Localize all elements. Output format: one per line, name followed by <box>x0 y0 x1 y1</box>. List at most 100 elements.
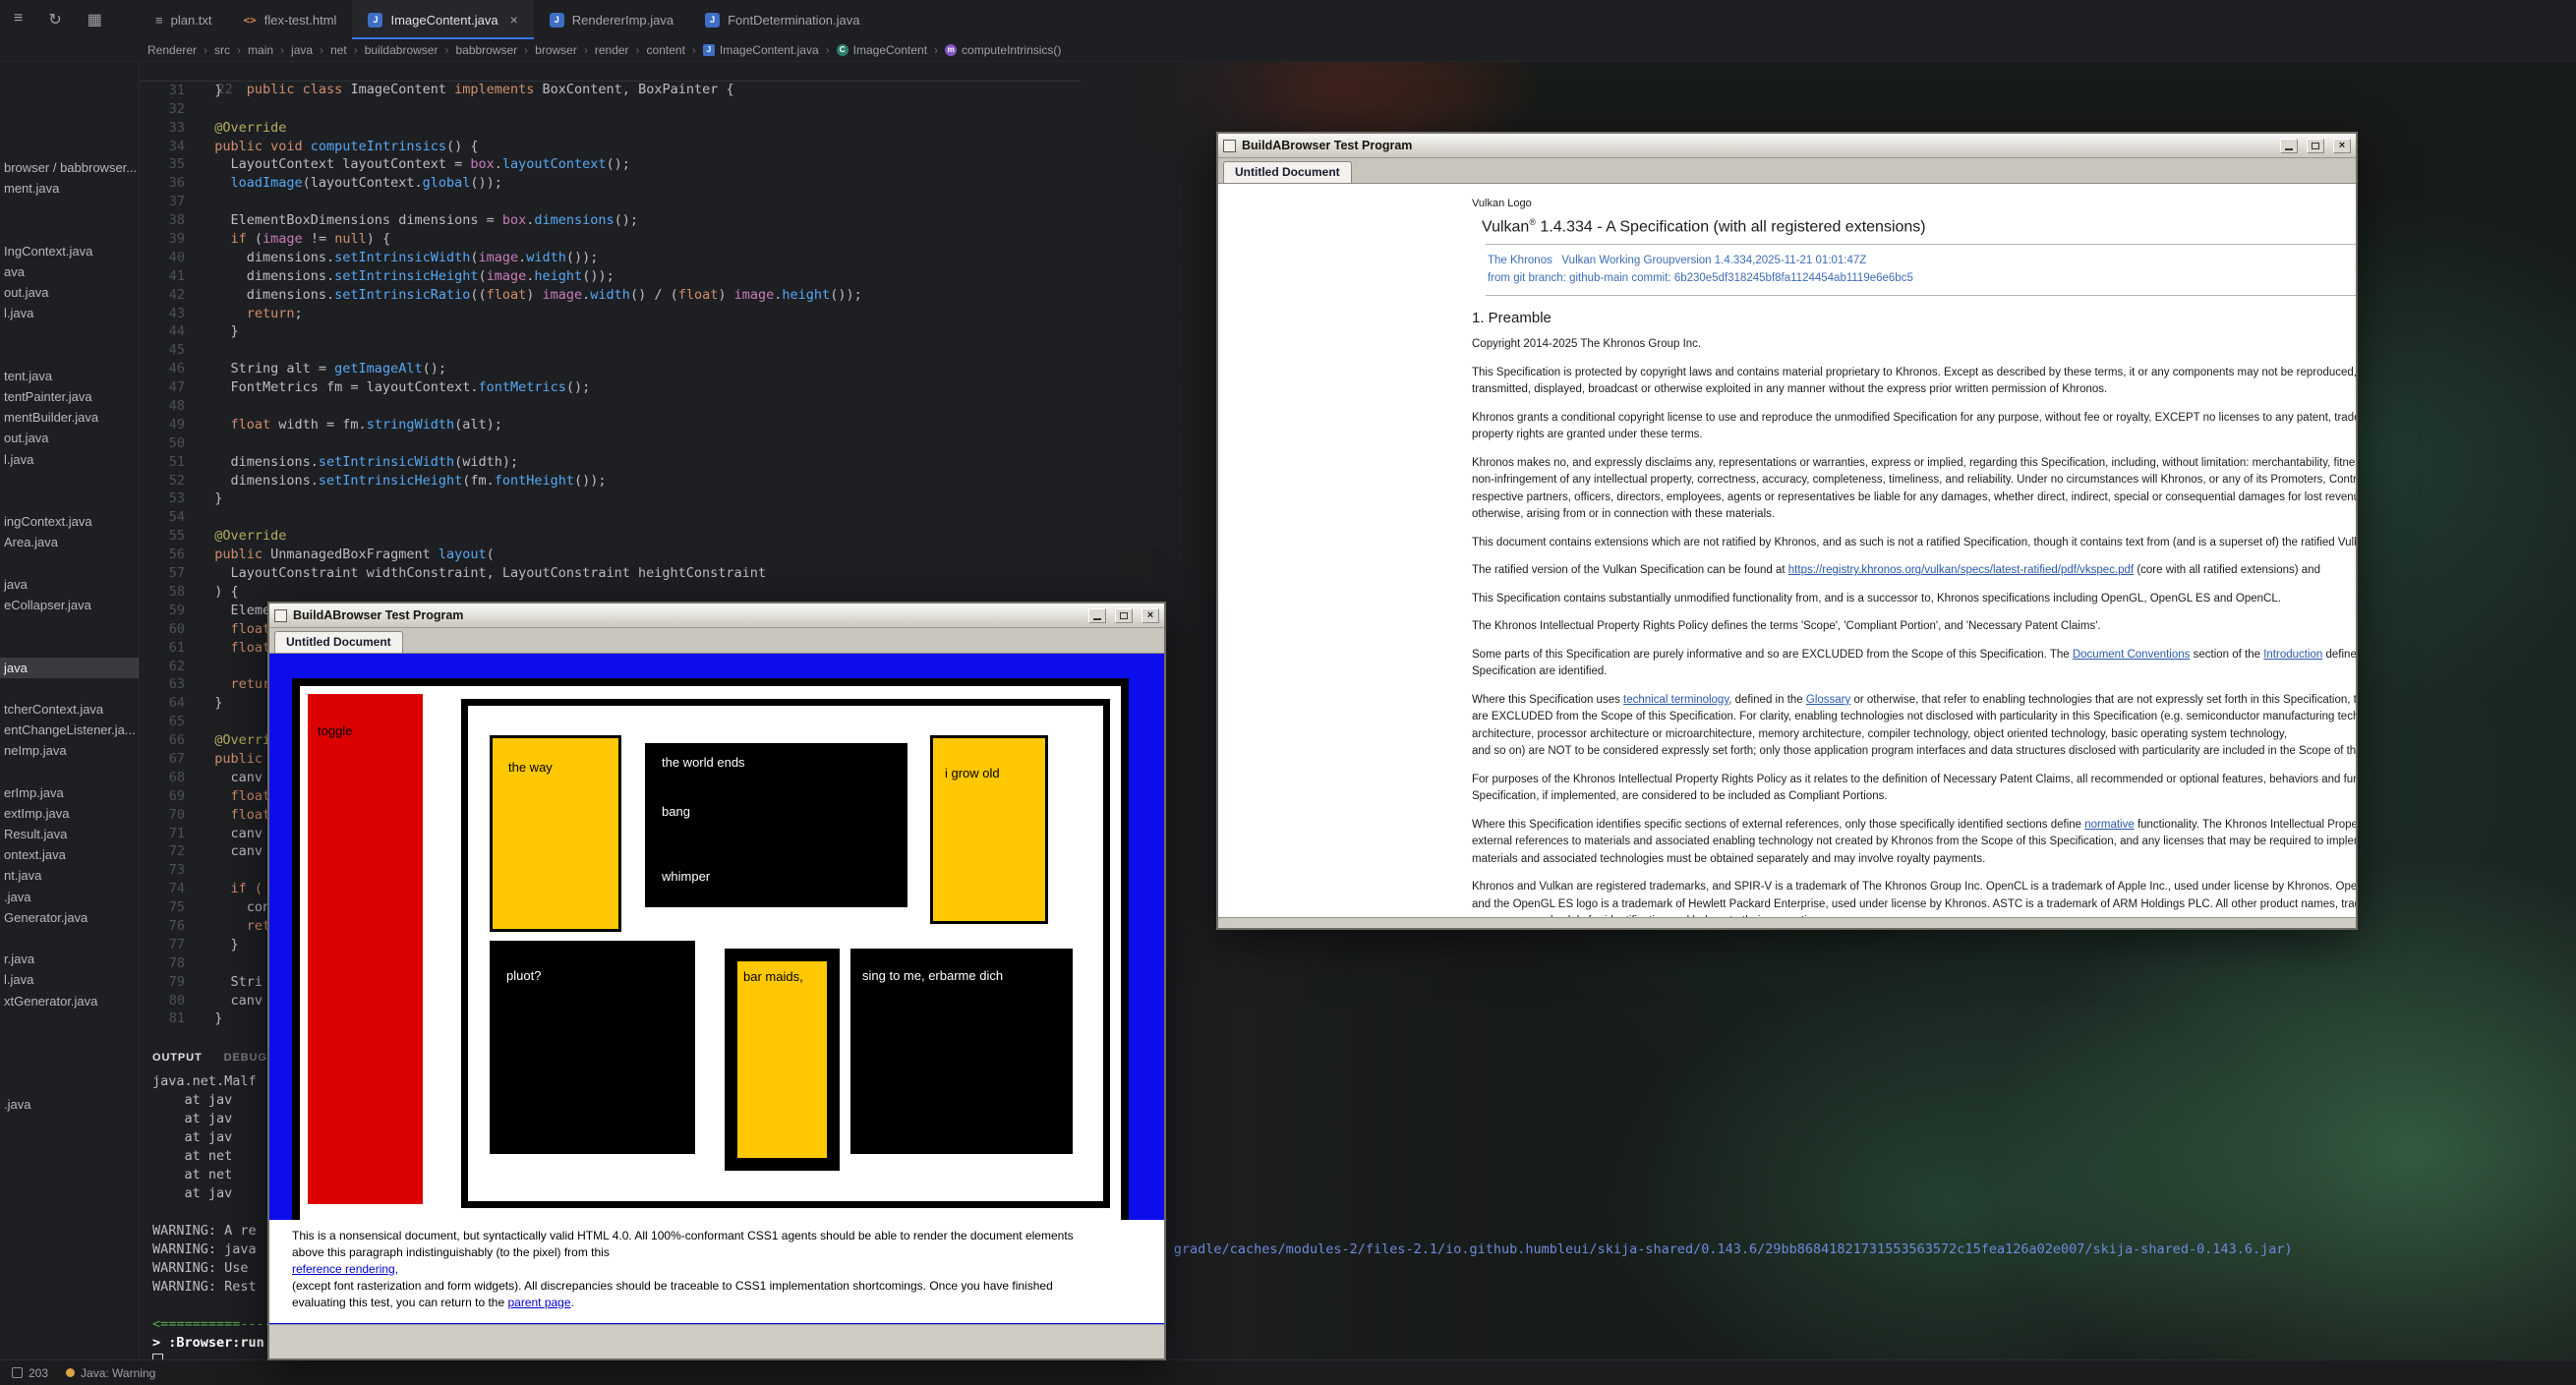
project-tree-item[interactable] <box>0 345 139 366</box>
breadcrumb-label: net <box>330 43 347 57</box>
project-tree-item[interactable]: l.java <box>0 969 139 990</box>
project-tree-item[interactable] <box>0 553 139 574</box>
project-tree-item[interactable]: nt.java <box>0 865 139 886</box>
project-tree-item[interactable] <box>0 1073 139 1094</box>
project-tree-item[interactable] <box>0 1011 139 1032</box>
spec-link[interactable]: Document Conventions <box>2073 649 2191 661</box>
project-tree-item[interactable] <box>0 678 139 699</box>
project-tree-item[interactable]: mentBuilder.java <box>0 407 139 428</box>
project-tree-item[interactable]: ingContext.java <box>0 511 139 532</box>
breadcrumb-item[interactable]: Renderer <box>147 43 197 57</box>
breadcrumb-item[interactable]: CImageContent <box>837 43 927 57</box>
project-tree-item[interactable]: ava <box>0 261 139 282</box>
breadcrumb-item[interactable]: java <box>291 43 313 57</box>
document-tab[interactable]: Untitled Document <box>1223 161 1352 183</box>
window-title-bar[interactable]: BuildABrowser Test Program × <box>269 604 1164 628</box>
refresh-icon[interactable]: ↻ <box>48 10 61 29</box>
breadcrumb-item[interactable]: babbrowser <box>455 43 517 57</box>
document-tab[interactable]: Untitled Document <box>274 631 403 653</box>
project-tree-item[interactable] <box>0 636 139 657</box>
code-token: FontMetrics fm = layoutContext. <box>199 379 478 395</box>
project-tree-item[interactable] <box>0 199 139 219</box>
close-button[interactable]: × <box>2333 139 2351 153</box>
spec-link[interactable]: technical terminology <box>1623 694 1728 706</box>
maximize-button[interactable] <box>1115 608 1133 623</box>
project-tree-item[interactable]: java <box>0 658 139 678</box>
code-line: 45 <box>140 341 1082 360</box>
editor-tab[interactable]: JRendererImp.java <box>534 0 689 39</box>
project-tree-item[interactable]: extImp.java <box>0 803 139 824</box>
spec-link[interactable]: https://registry.khronos.org/vulkan/spec… <box>1788 564 2134 576</box>
project-tree-item[interactable]: l.java <box>0 449 139 470</box>
spec-link[interactable]: normative <box>2084 819 2135 831</box>
project-tree-item[interactable]: Result.java <box>0 824 139 844</box>
breadcrumb-item[interactable]: JImageContent.java <box>703 43 819 57</box>
project-tree-item[interactable] <box>0 928 139 949</box>
project-tree-item[interactable]: erImp.java <box>0 782 139 803</box>
project-tree-item[interactable]: Generator.java <box>0 907 139 928</box>
project-tree-item[interactable]: IngContext.java <box>0 241 139 261</box>
project-tree-item[interactable]: .java <box>0 1094 139 1115</box>
line-number: 55 <box>140 527 199 546</box>
project-tree-item[interactable]: ment.java <box>0 178 139 199</box>
breadcrumb-item[interactable]: main <box>248 43 273 57</box>
editor-tab[interactable]: ≡plan.txt <box>140 0 228 39</box>
spec-link[interactable]: Introduction <box>2263 649 2322 661</box>
breadcrumb-item[interactable]: content <box>647 43 685 57</box>
editor-tab[interactable]: JFontDetermination.java <box>689 0 875 39</box>
breadcrumb-item[interactable]: browser <box>535 43 577 57</box>
project-tree-item[interactable] <box>0 324 139 345</box>
minimize-button[interactable] <box>1088 608 1106 623</box>
editor-tab[interactable]: JImageContent.java× <box>352 0 533 39</box>
maximize-button[interactable] <box>2307 139 2324 153</box>
project-tree-item[interactable] <box>0 470 139 491</box>
breadcrumb-item[interactable]: buildabrowser <box>365 43 439 57</box>
breadcrumb-item[interactable]: src <box>214 43 230 57</box>
window-title-bar[interactable]: BuildABrowser Test Program × <box>1218 134 2356 158</box>
project-tree-item[interactable]: Area.java <box>0 532 139 552</box>
breadcrumb-item[interactable]: net <box>330 43 347 57</box>
project-tree-item[interactable]: out.java <box>0 428 139 448</box>
project-tree-item[interactable]: tentPainter.java <box>0 386 139 407</box>
project-tree-item[interactable]: browser / babbrowser... <box>0 157 139 178</box>
acid-test-page[interactable]: toggle the way the world ends bang whimp… <box>269 654 1164 1324</box>
project-tree[interactable]: browser / babbrowser...ment.java IngConte… <box>0 62 140 1360</box>
console-tab-debug[interactable]: DEBUG <box>224 1052 267 1064</box>
project-tree-item[interactable] <box>0 615 139 636</box>
spec-document[interactable]: Vulkan Logo Vulkan® 1.4.334 - A Specific… <box>1218 184 2356 917</box>
project-tree-item[interactable] <box>0 491 139 511</box>
editor-tab[interactable]: <>flex-test.html <box>228 0 353 39</box>
status-problems[interactable]: 203 <box>12 1366 48 1380</box>
window-icon <box>1223 140 1236 152</box>
project-tree-item[interactable]: tcherContext.java <box>0 699 139 720</box>
project-tree-item[interactable]: entChangeListener.ja... <box>0 720 139 740</box>
acid-link[interactable]: parent page <box>507 1296 570 1309</box>
close-button[interactable]: × <box>1142 608 1159 623</box>
spec-link[interactable]: Glossary <box>1806 694 1850 706</box>
project-tree-item[interactable] <box>0 761 139 781</box>
project-tree-item[interactable] <box>0 1053 139 1073</box>
console-text: WARNING: A re <box>152 1223 257 1239</box>
project-tree-item[interactable]: r.java <box>0 949 139 969</box>
project-tree-item[interactable]: out.java <box>0 282 139 303</box>
project-tree-item[interactable]: neImp.java <box>0 740 139 761</box>
project-tree-item[interactable]: ontext.java <box>0 844 139 865</box>
code-token: dimensions. <box>199 454 319 470</box>
tab-close-icon[interactable]: × <box>510 12 518 28</box>
minimize-button[interactable] <box>2280 139 2298 153</box>
project-tree-item[interactable]: xtGenerator.java <box>0 991 139 1011</box>
status-java-analysis[interactable]: Java: Warning <box>66 1366 155 1380</box>
acid-link[interactable]: reference rendering, <box>292 1262 398 1276</box>
project-tree-item[interactable]: tent.java <box>0 366 139 386</box>
project-tree-item[interactable]: .java <box>0 887 139 907</box>
project-tree-item[interactable] <box>0 1032 139 1053</box>
project-tree-item[interactable]: l.java <box>0 303 139 323</box>
breadcrumb-item[interactable]: render <box>595 43 629 57</box>
project-tree-item[interactable]: eCollapser.java <box>0 595 139 615</box>
console-tab-output[interactable]: OUTPUT <box>152 1052 203 1064</box>
breadcrumb-item[interactable]: mcomputeIntrinsics() <box>945 43 1061 57</box>
project-tree-item[interactable]: java <box>0 574 139 595</box>
menu-icon[interactable]: ≡ <box>14 10 23 29</box>
project-tree-item[interactable] <box>0 220 139 241</box>
grid-icon[interactable]: ▦ <box>88 10 102 29</box>
